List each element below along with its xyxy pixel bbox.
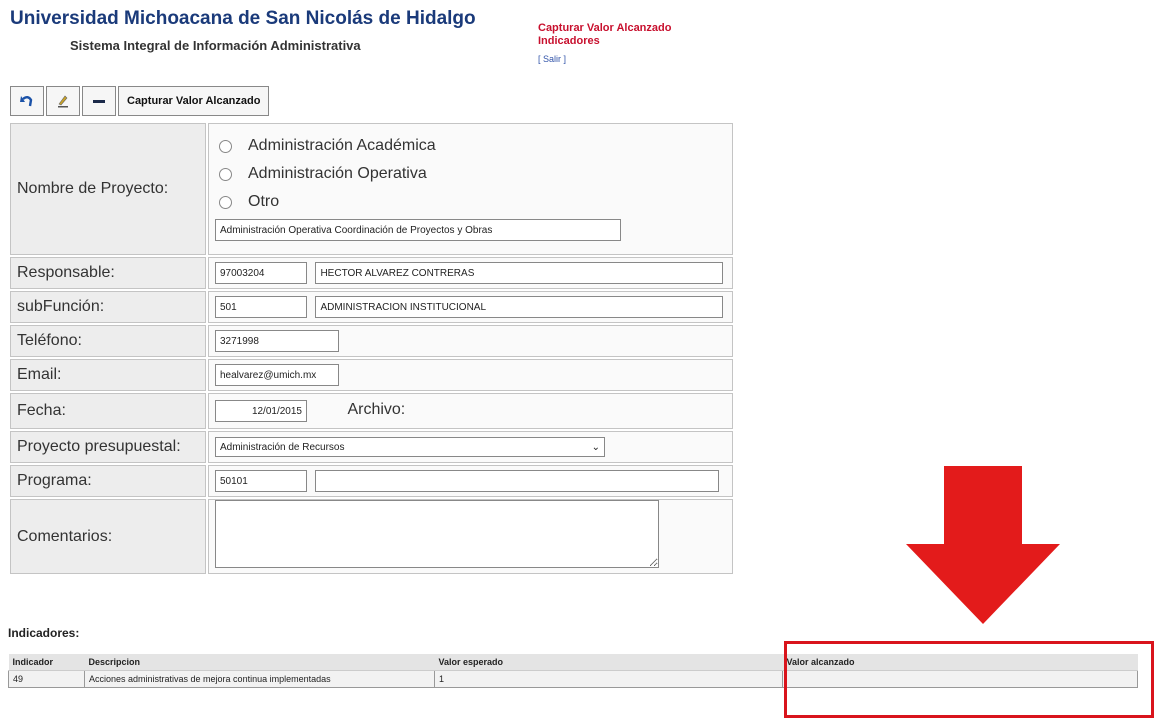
program-label: Programa: [10,465,206,497]
comments-label: Comentarios: [10,499,206,574]
responsible-id-input[interactable] [215,262,307,284]
date-label: Fecha: [10,393,206,429]
comments-textarea[interactable] [215,500,659,568]
undo-button[interactable] [10,86,44,116]
date-input[interactable] [215,400,307,422]
university-title: Universidad Michoacana de San Nicolás de… [10,8,476,29]
subfunction-name-input[interactable] [315,296,724,318]
radio-circle[interactable] [219,167,232,181]
file-label: Archivo: [347,400,406,418]
indicator-cell: 49 [8,670,85,688]
radio-label: Administración Académica [248,137,436,154]
phone-label: Teléfono: [10,325,206,357]
radio-academic[interactable]: Administración Académica [219,137,732,155]
down-arrow-icon [906,466,1060,624]
radio-circle[interactable] [219,139,232,153]
project-name-input[interactable] [215,219,621,241]
page-heading: Capturar Valor Alcanzado Indicadores [538,22,718,48]
phone-input[interactable] [215,330,339,352]
budget-select[interactable]: Administración de Recursos ⌄ [215,437,605,458]
subfunction-code-input[interactable] [215,296,307,318]
expected-value-cell: 1 [434,670,783,688]
chevron-down-icon: ⌄ [591,441,600,453]
radio-label: Administración Operativa [248,165,427,182]
page-heading-line2: Indicadores [538,35,600,47]
budget-select-value: Administración de Recursos [220,441,345,453]
column-header: Indicador [8,654,85,671]
indicators-heading: Indicadores: [8,626,80,640]
toolbar: Capturar Valor Alcanzado [10,86,271,118]
responsible-label: Responsable: [10,257,206,289]
capture-value-button[interactable]: Capturar Valor Alcanzado [118,86,270,116]
program-name-input[interactable] [315,470,720,492]
radio-other[interactable]: Otro [219,193,732,211]
arrow-shape [906,466,1060,624]
undo-icon [20,96,33,107]
highlight-box [784,641,1154,718]
radio-circle[interactable] [219,195,232,209]
column-header: Valor esperado [434,654,783,671]
program-code-input[interactable] [215,470,307,492]
radio-operative[interactable]: Administración Operativa [219,165,732,183]
budget-label: Proyecto presupuestal: [10,431,206,463]
email-label: Email: [10,359,206,391]
pencil-icon [58,95,68,108]
edit-button[interactable] [46,86,80,116]
email-input[interactable] [215,364,339,386]
project-name-label: Nombre de Proyecto: [10,123,206,255]
minus-icon [93,100,105,103]
project-form: Nombre de Proyecto: Administración Acadé… [8,121,735,576]
column-header: Descripcion [84,654,435,671]
subfunction-label: subFunción: [10,291,206,323]
remove-button[interactable] [82,86,116,116]
responsible-name-input[interactable] [315,262,724,284]
radio-label: Otro [248,193,280,210]
page-heading-line1: Capturar Valor Alcanzado [538,22,672,34]
exit-link[interactable]: [ Salir ] [538,54,566,64]
description-cell: Acciones administrativas de mejora conti… [84,670,435,688]
system-title: Sistema Integral de Información Administ… [70,38,361,53]
